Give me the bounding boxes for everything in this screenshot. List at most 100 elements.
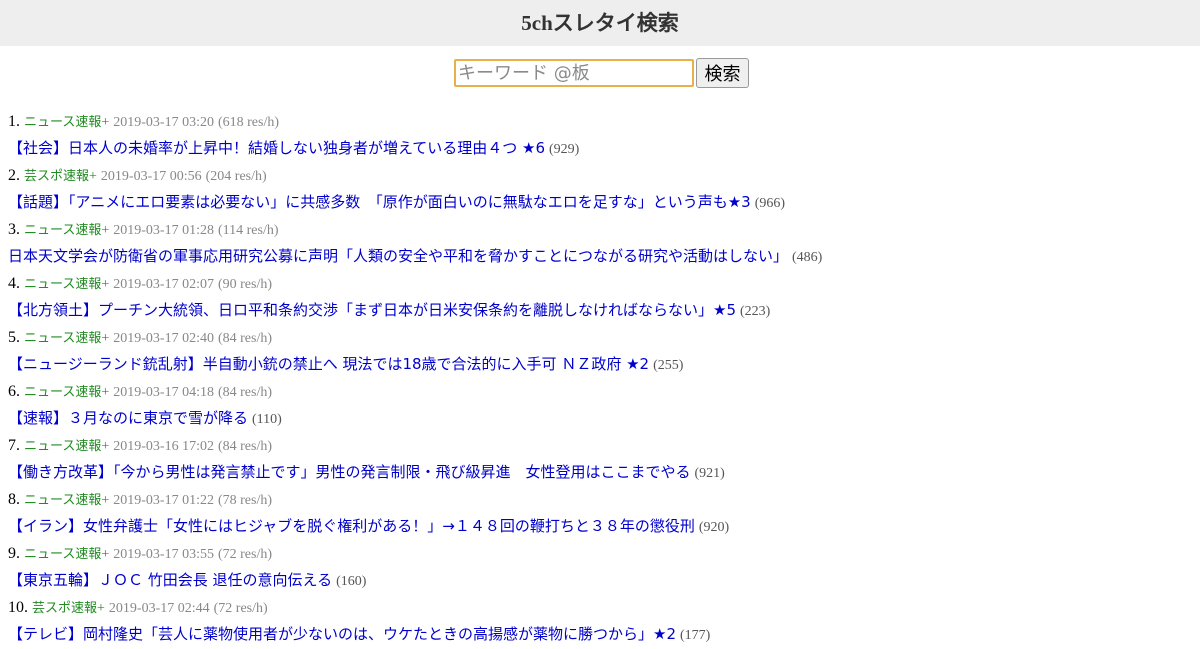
post-datetime: 2019-03-17 02:40 xyxy=(113,331,214,346)
post-datetime: 2019-03-17 01:28 xyxy=(113,223,214,238)
search-button[interactable]: 検索 xyxy=(696,58,749,88)
res-count: (177) xyxy=(680,628,711,643)
search-bar: 検索 xyxy=(0,46,1200,108)
thread-title-link[interactable]: 【話題】「アニメにエロ要素は必要ない」に共感多数 「原作が面白いのに無駄なエロを… xyxy=(8,193,751,211)
rank-number: 5. xyxy=(8,329,20,346)
result-meta: 7. ニュース速報+ 2019-03-16 17:02 (84 res/h) xyxy=(8,432,1200,459)
board-link[interactable]: ニュース速報 xyxy=(24,115,101,130)
board-plus: + xyxy=(97,601,105,616)
res-speed: (72 res/h) xyxy=(217,547,273,562)
board-link[interactable]: ニュース速報 xyxy=(24,547,101,562)
thread-title-link[interactable]: 【働き方改革】「今から男性は発言禁止です」男性の発言制限・飛び級昇進 女性登用は… xyxy=(8,463,691,481)
list-item: 7. ニュース速報+ 2019-03-16 17:02 (84 res/h) 【… xyxy=(8,432,1200,486)
res-count: (920) xyxy=(698,520,730,535)
res-count: (223) xyxy=(740,304,771,319)
board-link[interactable]: ニュース速報 xyxy=(24,439,101,454)
res-speed: (114 res/h) xyxy=(217,223,279,238)
result-meta: 5. ニュース速報+ 2019-03-17 02:40 (84 res/h) xyxy=(8,324,1200,351)
board-plus: + xyxy=(101,547,110,562)
res-count: (486) xyxy=(792,250,823,265)
thread-title-link[interactable]: 【北方領土】プーチン大統領、日ロ平和条約交渉「まず日本が日米安保条約を離脱しなけ… xyxy=(8,301,736,319)
res-count: (160) xyxy=(336,574,367,589)
result-title-line: 【イラン】女性弁護士「女性にはヒジャブを脱ぐ権利がある！」→１４８回の鞭打ちと３… xyxy=(8,513,1200,540)
result-title-line: 【ニュージーランド銃乱射】半自動小銃の禁止へ 現法では18歳で合法的に入手可 Ｎ… xyxy=(8,351,1200,378)
res-speed: (78 res/h) xyxy=(217,493,273,508)
list-item: 9. ニュース速報+ 2019-03-17 03:55 (72 res/h) 【… xyxy=(8,540,1200,594)
result-meta: 2. 芸スポ速報+ 2019-03-17 00:56 (204 res/h) xyxy=(8,162,1200,189)
result-meta: 8. ニュース速報+ 2019-03-17 01:22 (78 res/h) xyxy=(8,486,1200,513)
board-link[interactable]: 芸スポ速報 xyxy=(32,601,97,616)
board-link[interactable]: ニュース速報 xyxy=(24,493,101,508)
page-title: 5chスレタイ検索 xyxy=(521,11,679,35)
result-meta: 6. ニュース速報+ 2019-03-17 04:18 (84 res/h) xyxy=(8,378,1200,405)
board-plus: + xyxy=(101,385,110,400)
result-title-line: 【北方領土】プーチン大統領、日ロ平和条約交渉「まず日本が日米安保条約を離脱しなけ… xyxy=(8,297,1200,324)
rank-number: 3. xyxy=(8,221,20,238)
board-link[interactable]: ニュース速報 xyxy=(24,385,101,400)
list-item: 1. ニュース速報+ 2019-03-17 03:20 (618 res/h) … xyxy=(8,108,1200,162)
rank-number: 9. xyxy=(8,545,20,562)
board-plus: + xyxy=(101,331,110,346)
thread-title-link[interactable]: 【社会】日本人の未婚率が上昇中！結婚しない独身者が増えている理由４つ ★6 xyxy=(8,139,545,157)
result-title-line: 【働き方改革】「今から男性は発言禁止です」男性の発言制限・飛び級昇進 女性登用は… xyxy=(8,459,1200,486)
site-header: 5chスレタイ検索 xyxy=(0,0,1200,46)
rank-number: 2. xyxy=(8,167,20,184)
rank-number: 6. xyxy=(8,383,20,400)
board-link[interactable]: ニュース速報 xyxy=(24,331,101,346)
list-item: 10. 芸スポ速報+ 2019-03-17 02:44 (72 res/h) 【… xyxy=(8,594,1200,648)
result-meta: 10. 芸スポ速報+ 2019-03-17 02:44 (72 res/h) xyxy=(8,594,1200,621)
result-title-line: 【話題】「アニメにエロ要素は必要ない」に共感多数 「原作が面白いのに無駄なエロを… xyxy=(8,189,1200,216)
res-speed: (618 res/h) xyxy=(217,115,280,130)
rank-number: 7. xyxy=(8,437,20,454)
result-meta: 3. ニュース速報+ 2019-03-17 01:28 (114 res/h) xyxy=(8,216,1200,243)
res-speed: (84 res/h) xyxy=(217,439,273,454)
board-link[interactable]: 芸スポ速報 xyxy=(24,169,89,184)
rank-number: 1. xyxy=(8,113,20,130)
list-item: 5. ニュース速報+ 2019-03-17 02:40 (84 res/h) 【… xyxy=(8,324,1200,378)
post-datetime: 2019-03-17 01:22 xyxy=(113,493,214,508)
list-item: 8. ニュース速報+ 2019-03-17 01:22 (78 res/h) 【… xyxy=(8,486,1200,540)
board-plus: + xyxy=(101,115,110,130)
search-input[interactable] xyxy=(454,59,694,87)
board-link[interactable]: ニュース速報 xyxy=(24,277,101,292)
post-datetime: 2019-03-17 02:07 xyxy=(113,277,214,292)
board-plus: + xyxy=(101,493,110,508)
res-speed: (72 res/h) xyxy=(213,601,268,616)
board-plus: + xyxy=(101,277,110,292)
result-meta: 9. ニュース速報+ 2019-03-17 03:55 (72 res/h) xyxy=(8,540,1200,567)
post-datetime: 2019-03-16 17:02 xyxy=(113,439,214,454)
board-plus: + xyxy=(101,439,110,454)
result-title-line: 【テレビ】岡村隆史「芸人に薬物使用者が少ないのは、ウケたときの高揚感が薬物に勝つ… xyxy=(8,621,1200,648)
search-form: 検索 xyxy=(454,58,749,88)
board-plus: + xyxy=(101,223,110,238)
results-list: 1. ニュース速報+ 2019-03-17 03:20 (618 res/h) … xyxy=(0,108,1200,648)
res-count: (921) xyxy=(694,466,725,481)
thread-title-link[interactable]: 【イラン】女性弁護士「女性にはヒジャブを脱ぐ権利がある！」→１４８回の鞭打ちと３… xyxy=(8,517,695,535)
res-count: (255) xyxy=(653,358,684,373)
rank-number: 8. xyxy=(8,491,20,508)
res-count: (110) xyxy=(252,412,282,427)
result-meta: 1. ニュース速報+ 2019-03-17 03:20 (618 res/h) xyxy=(8,108,1200,135)
result-title-line: 【東京五輪】ＪＯＣ 竹田会長 退任の意向伝える (160) xyxy=(8,567,1200,594)
res-count: (966) xyxy=(754,196,786,211)
res-speed: (84 res/h) xyxy=(217,385,273,400)
board-link[interactable]: ニュース速報 xyxy=(24,223,101,238)
thread-title-link[interactable]: 【テレビ】岡村隆史「芸人に薬物使用者が少ないのは、ウケたときの高揚感が薬物に勝つ… xyxy=(8,625,676,643)
thread-title-link[interactable]: 【ニュージーランド銃乱射】半自動小銃の禁止へ 現法では18歳で合法的に入手可 Ｎ… xyxy=(8,355,649,373)
res-speed: (90 res/h) xyxy=(217,277,273,292)
thread-title-link[interactable]: 【東京五輪】ＪＯＣ 竹田会長 退任の意向伝える xyxy=(8,571,332,589)
post-datetime: 2019-03-17 03:20 xyxy=(113,115,214,130)
result-title-line: 【社会】日本人の未婚率が上昇中！結婚しない独身者が増えている理由４つ ★6 (9… xyxy=(8,135,1200,162)
post-datetime: 2019-03-17 03:55 xyxy=(113,547,214,562)
board-plus: + xyxy=(89,169,97,184)
res-speed: (84 res/h) xyxy=(217,331,273,346)
res-count: (929) xyxy=(549,142,580,157)
rank-number: 10. xyxy=(8,599,28,616)
rank-number: 4. xyxy=(8,275,20,292)
thread-title-link[interactable]: 日本天文学会が防衛省の軍事応用研究公募に声明「人類の安全や平和を脅かすことにつな… xyxy=(8,247,788,265)
post-datetime: 2019-03-17 04:18 xyxy=(113,385,214,400)
thread-title-link[interactable]: 【速報】３月なのに東京で雪が降る xyxy=(8,409,248,427)
result-title-line: 【速報】３月なのに東京で雪が降る (110) xyxy=(8,405,1200,432)
result-meta: 4. ニュース速報+ 2019-03-17 02:07 (90 res/h) xyxy=(8,270,1200,297)
post-datetime: 2019-03-17 00:56 xyxy=(100,169,202,184)
